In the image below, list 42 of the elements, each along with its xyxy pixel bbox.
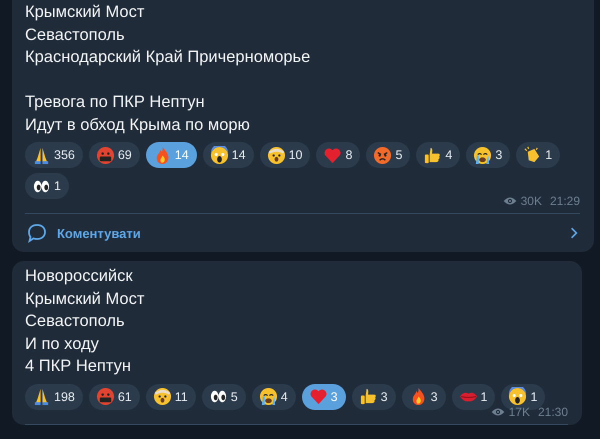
- message-time: 21:29: [550, 194, 580, 208]
- reaction-button[interactable]: 69: [88, 142, 140, 168]
- heart-icon: [323, 146, 342, 164]
- speech-bubble-icon: [27, 223, 47, 243]
- reaction-button[interactable]: 1: [452, 384, 496, 410]
- reaction-button[interactable]: 8: [316, 142, 360, 168]
- screaming-face-icon: [210, 146, 229, 164]
- cursing-face-icon: [96, 146, 115, 164]
- comment-button[interactable]: Коментувати: [25, 214, 580, 252]
- reaction-button[interactable]: 61: [88, 384, 140, 410]
- reaction-button[interactable]: 5: [202, 384, 246, 410]
- thumbs-up-icon: [358, 387, 378, 406]
- crying-face-icon: [258, 387, 278, 406]
- pray-hands-icon: [32, 387, 51, 406]
- message-text: Новороссийск Крымский Мост Севастополь И по ходу 4 ПКР Нептун: [25, 266, 146, 377]
- screaming-face-icon: [508, 387, 528, 406]
- chevron-right-icon: [570, 226, 578, 240]
- eye-icon: [502, 196, 517, 206]
- reaction-button[interactable]: 4: [252, 384, 296, 410]
- exploding-head-icon: [152, 387, 172, 406]
- angry-face-icon: [373, 146, 392, 164]
- eye-icon: [490, 406, 505, 416]
- exploding-head-icon: [266, 146, 286, 164]
- reaction-button[interactable]: 1: [25, 173, 69, 199]
- reaction-button[interactable]: 3: [466, 142, 510, 168]
- reaction-button[interactable]: 198: [25, 384, 83, 410]
- cursing-face-icon: [96, 387, 115, 406]
- reaction-button[interactable]: 14: [202, 142, 254, 168]
- reaction-button[interactable]: 5: [366, 142, 410, 168]
- message-text: Тревога по ПКР Нептун Идут в обход Крыма по морю: [25, 92, 251, 136]
- heart-icon: [308, 387, 328, 406]
- message-text: Крымский Мост Севастополь Краснодарский Край Причерноморье: [25, 2, 312, 68]
- reaction-button[interactable]: 3: [352, 384, 396, 410]
- reaction-button[interactable]: 4: [416, 142, 460, 168]
- reaction-button[interactable]: 3: [402, 384, 446, 410]
- reaction-button[interactable]: 1: [516, 142, 560, 168]
- crying-face-icon: [473, 146, 492, 164]
- reaction-button[interactable]: 10: [260, 142, 310, 168]
- view-count: 30K: [520, 194, 542, 208]
- thumbs-up-icon: [423, 146, 442, 164]
- reaction-button[interactable]: 11: [146, 384, 196, 410]
- reaction-button[interactable]: 356: [25, 142, 83, 168]
